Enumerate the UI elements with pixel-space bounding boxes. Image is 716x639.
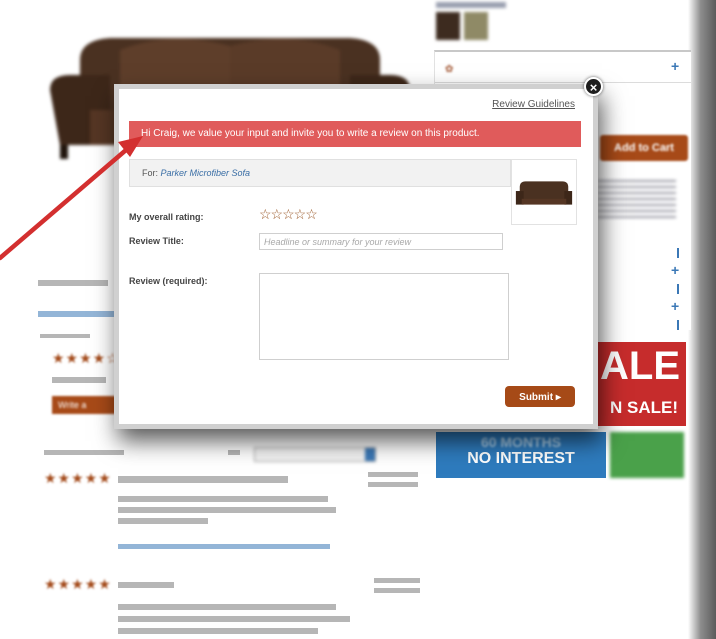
for-label: For: <box>142 168 159 178</box>
rating-star-icons[interactable]: ☆☆☆☆☆ <box>259 206 318 223</box>
sale-banner-big-text: ALE <box>600 344 680 388</box>
swatch-label <box>436 2 506 8</box>
color-swatch-olive[interactable] <box>464 12 488 40</box>
flower-icon: ✿ <box>445 64 454 75</box>
plus-icon[interactable]: + <box>671 298 679 314</box>
product-for-box: For: Parker Microfiber Sofa <box>129 159 511 187</box>
sort-reviews-select[interactable] <box>254 447 376 462</box>
color-swatch-brown[interactable] <box>436 12 460 40</box>
financing-subtext <box>436 468 606 474</box>
review-body-textarea[interactable] <box>259 273 509 360</box>
review-rating-stars: ★★★★★ <box>44 576 112 592</box>
green-promo-box[interactable] <box>610 432 684 478</box>
review-guidelines-link[interactable]: Review Guidelines <box>492 99 575 110</box>
plus-icon[interactable]: + <box>671 262 679 278</box>
product-name-link[interactable]: Parker Microfiber Sofa <box>161 168 251 178</box>
sale-banner-small-text: N SALE! <box>610 398 678 417</box>
close-icon[interactable]: × <box>584 77 603 96</box>
review-rating-stars: ★★★★★ <box>44 470 112 486</box>
financing-banner[interactable]: 60 MONTHS NO INTEREST <box>436 432 606 478</box>
write-review-button[interactable]: Write a Review <box>52 396 118 428</box>
promo-text <box>598 180 676 222</box>
submit-button[interactable]: Submit ▸ <box>505 386 575 407</box>
rating-label: My overall rating: <box>129 212 204 222</box>
greeting-banner: Hi Craig, we value your input and invite… <box>129 121 581 147</box>
add-to-cart-button[interactable]: Add to Cart <box>600 135 688 161</box>
financing-title: NO INTEREST <box>467 450 575 467</box>
sale-banner[interactable]: ALE N SALE! <box>590 342 686 426</box>
review-title-label: Review Title: <box>129 236 184 246</box>
review-title-input[interactable] <box>259 233 503 250</box>
plus-icon[interactable]: + <box>671 58 679 74</box>
summary-rating-stars: ★★★★☆ <box>52 350 120 366</box>
page-edge-shadow <box>688 0 716 639</box>
product-thumbnail <box>511 159 577 225</box>
review-body-label: Review (required): <box>129 276 208 286</box>
write-review-modal: Review Guidelines Hi Craig, we value you… <box>114 84 598 429</box>
financing-months: 60 MONTHS <box>480 434 562 450</box>
sofa-thumbnail-image <box>515 181 573 205</box>
